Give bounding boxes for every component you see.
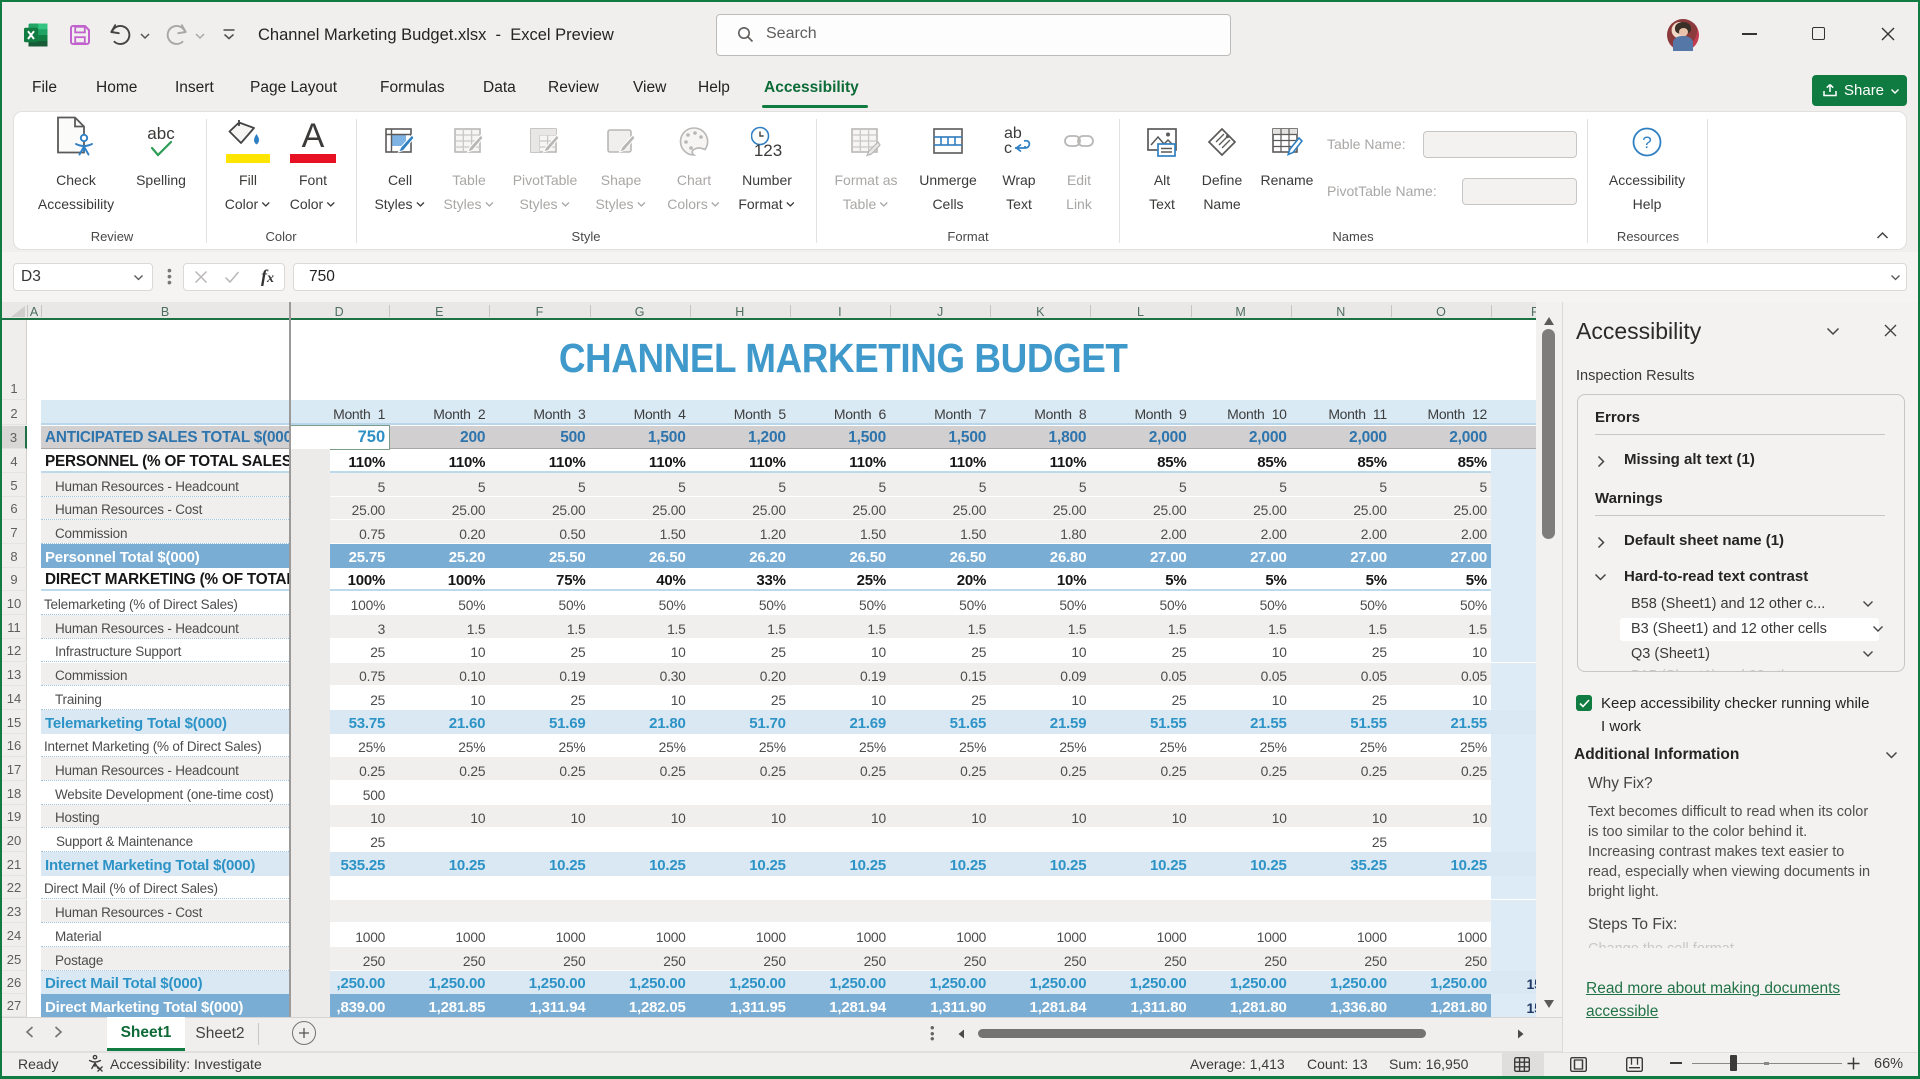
svg-text:abc: abc (147, 126, 175, 143)
svg-text:?: ? (1642, 133, 1651, 152)
svg-text:123: 123 (754, 141, 782, 160)
svg-text:c: c (1004, 140, 1012, 157)
svg-text:A: A (302, 117, 325, 155)
